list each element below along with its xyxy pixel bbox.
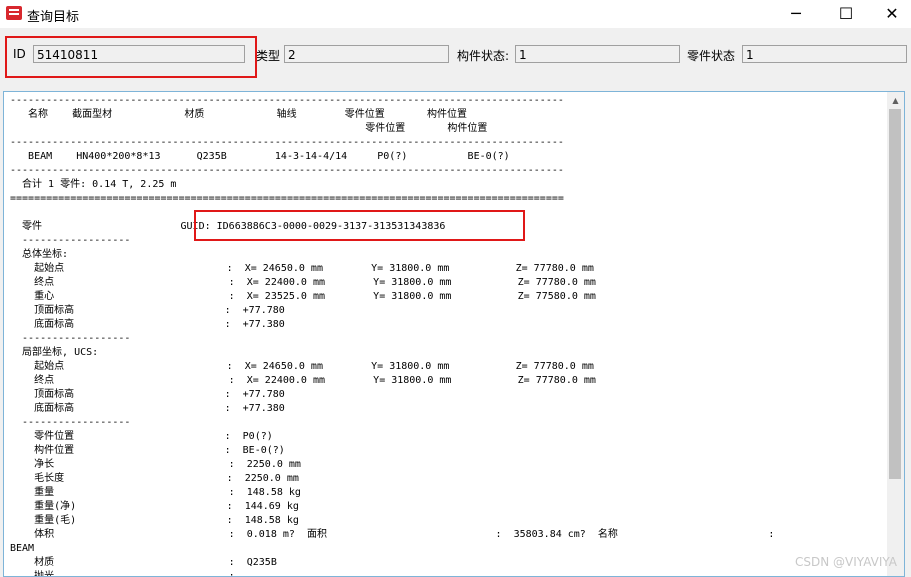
type-field[interactable]: 2 xyxy=(284,45,449,63)
report-line: 局部坐标, UCS: xyxy=(10,347,99,358)
part-status-label: 零件状态 xyxy=(687,49,736,63)
report-panel[interactable]: ------------------ ------------------ ----… xyxy=(3,91,905,577)
report-line: ------------------ xyxy=(10,417,131,428)
member-status-label: 构件状态: xyxy=(457,49,510,63)
report-line: ----------------------------------------… xyxy=(10,95,564,106)
report-text: ------------------ ------------------ ----… xyxy=(10,94,775,577)
watermark: CSDN @VIYAVIYA xyxy=(795,555,897,569)
report-line: 起始点 : X= 24650.0 mm Y= 31800.0 mm Z= 777… xyxy=(10,263,594,274)
app-icon xyxy=(6,6,22,20)
report-line: 重心 : X= 23525.0 mm Y= 31800.0 mm Z= 7758… xyxy=(10,291,596,302)
scroll-up-arrow-icon[interactable]: ▲ xyxy=(887,92,904,109)
vertical-scrollbar[interactable]: ▲ xyxy=(887,92,904,576)
report-line: 抛光 : xyxy=(10,571,235,577)
report-line: 材质 : Q235B xyxy=(10,557,277,568)
report-line: 重量 : 148.58 kg xyxy=(10,487,301,498)
report-line: 构件位置 : BE-0(?) xyxy=(10,445,285,456)
report-line: 终点 : X= 22400.0 mm Y= 31800.0 mm Z= 7778… xyxy=(10,277,596,288)
report-line: 顶面标高 : +77.780 xyxy=(10,389,285,400)
report-line: BEAM HN400*200*8*13 Q235B 14-3-14-4/14 P… xyxy=(10,151,510,162)
report-line: ----------------------------------------… xyxy=(10,137,564,148)
report-line: 体积 : 0.018 m? 面积 : 35803.84 cm? 名称 : xyxy=(10,529,775,540)
part-status-field[interactable]: 1 xyxy=(742,45,907,63)
report-line: ------------------ xyxy=(10,333,131,344)
report-line: 终点 : X= 22400.0 mm Y= 31800.0 mm Z= 7778… xyxy=(10,375,596,386)
maximize-button[interactable]: ☐ xyxy=(823,0,869,28)
report-line: ========================================… xyxy=(10,193,564,204)
report-line: BEAM xyxy=(10,543,35,554)
report-line: ------------------ xyxy=(10,235,131,246)
report-line: 底面标高 : +77.380 xyxy=(10,319,285,330)
minimize-button[interactable]: ─ xyxy=(773,0,819,28)
close-button[interactable]: ✕ xyxy=(869,0,911,28)
report-line: 起始点 : X= 24650.0 mm Y= 31800.0 mm Z= 777… xyxy=(10,361,594,372)
report-line: 合计 1 零件: 0.14 T, 2.25 m xyxy=(10,179,177,190)
member-status-field[interactable]: 1 xyxy=(515,45,680,63)
report-line: 零件位置 构件位置 xyxy=(10,123,488,134)
id-highlight-box xyxy=(5,36,257,78)
window-title: 查询目标 xyxy=(27,10,80,25)
guid-highlight-box xyxy=(194,210,525,241)
report-line: 顶面标高 : +77.780 xyxy=(10,305,285,316)
report-line: 总体坐标: xyxy=(10,249,69,260)
report-line: 零件位置 : P0(?) xyxy=(10,431,273,442)
report-line: 净长 : 2250.0 mm xyxy=(10,459,301,470)
type-label: 类型 xyxy=(256,49,281,63)
report-line: 毛长度 : 2250.0 mm xyxy=(10,473,299,484)
report-line: 名称 截面型材 材质 轴线 零件位置 构件位置 xyxy=(10,109,467,120)
report-line: 重量(净) : 144.69 kg xyxy=(10,501,299,512)
report-line: 重量(毛) : 148.58 kg xyxy=(10,515,299,526)
report-line: ----------------------------------------… xyxy=(10,165,564,176)
report-line: 底面标高 : +77.380 xyxy=(10,403,285,414)
title-bar: 查询目标 ─ ☐ ✕ xyxy=(0,0,911,28)
scroll-thumb[interactable] xyxy=(889,109,901,479)
